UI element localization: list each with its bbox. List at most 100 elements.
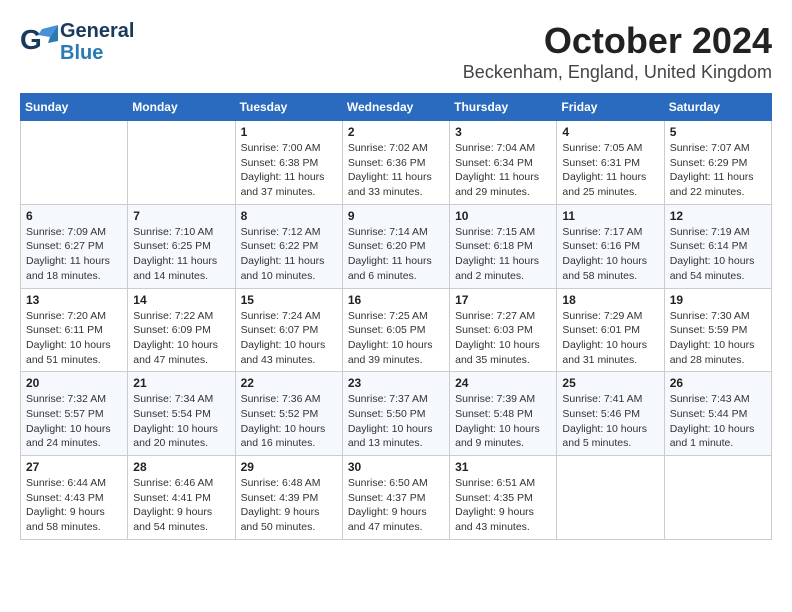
day-info: Sunrise: 6:50 AM Sunset: 4:37 PM Dayligh… (348, 476, 444, 535)
weekday-header-thursday: Thursday (450, 94, 557, 121)
day-info: Sunrise: 7:27 AM Sunset: 6:03 PM Dayligh… (455, 309, 551, 368)
day-info: Sunrise: 7:20 AM Sunset: 6:11 PM Dayligh… (26, 309, 122, 368)
calendar-cell: 9 Sunrise: 7:14 AM Sunset: 6:20 PM Daylig… (342, 204, 449, 288)
calendar-cell: 14Sunrise: 7:22 AM Sunset: 6:09 PM Dayli… (128, 288, 235, 372)
calendar-cell: 27 Sunrise: 6:44 AM Sunset: 4:43 PM Dayli… (21, 456, 128, 540)
day-number: 2 (348, 125, 444, 139)
day-info: Sunrise: 7:29 AM Sunset: 6:01 PM Dayligh… (562, 309, 658, 368)
day-number: 16 (348, 293, 444, 307)
calendar-cell: 21 Sunrise: 7:34 AM Sunset: 5:54 PM Dayli… (128, 372, 235, 456)
calendar-cell: 25 Sunrise: 7:41 AM Sunset: 5:46 PM Dayli… (557, 372, 664, 456)
day-info: Sunrise: 7:22 AM Sunset: 6:09 PM Dayligh… (133, 309, 229, 368)
calendar-cell: 22 Sunrise: 7:36 AM Sunset: 5:52 PM Dayli… (235, 372, 342, 456)
calendar-cell: 26Sunrise: 7:43 AM Sunset: 5:44 PM Dayli… (664, 372, 771, 456)
day-number: 7 (133, 209, 229, 223)
calendar-table: SundayMondayTuesdayWednesdayThursdayFrid… (20, 93, 772, 540)
calendar-cell: 30 Sunrise: 6:50 AM Sunset: 4:37 PM Dayli… (342, 456, 449, 540)
svg-text:G: G (20, 24, 42, 55)
weekday-header-monday: Monday (128, 94, 235, 121)
day-info: Sunrise: 7:02 AM Sunset: 6:36 PM Dayligh… (348, 141, 444, 200)
day-number: 6 (26, 209, 122, 223)
calendar-cell (128, 121, 235, 205)
week-row-3: 13 Sunrise: 7:20 AM Sunset: 6:11 PM Dayli… (21, 288, 772, 372)
day-number: 21 (133, 376, 229, 390)
day-info: Sunrise: 7:43 AM Sunset: 5:44 PM Dayligh… (670, 392, 766, 451)
day-number: 18 (562, 293, 658, 307)
day-info: Sunrise: 7:04 AM Sunset: 6:34 PM Dayligh… (455, 141, 551, 200)
day-info: Sunrise: 7:19 AM Sunset: 6:14 PM Dayligh… (670, 225, 766, 284)
week-row-1: 1Sunrise: 7:00 AM Sunset: 6:38 PM Daylig… (21, 121, 772, 205)
day-number: 20 (26, 376, 122, 390)
day-info: Sunrise: 7:14 AM Sunset: 6:20 PM Dayligh… (348, 225, 444, 284)
logo-icon: G (20, 23, 58, 61)
day-info: Sunrise: 6:51 AM Sunset: 4:35 PM Dayligh… (455, 476, 551, 535)
calendar-cell: 6Sunrise: 7:09 AM Sunset: 6:27 PM Daylig… (21, 204, 128, 288)
calendar-cell: 3 Sunrise: 7:04 AM Sunset: 6:34 PM Daylig… (450, 121, 557, 205)
day-info: Sunrise: 7:39 AM Sunset: 5:48 PM Dayligh… (455, 392, 551, 451)
day-info: Sunrise: 6:44 AM Sunset: 4:43 PM Dayligh… (26, 476, 122, 535)
calendar-cell: 18 Sunrise: 7:29 AM Sunset: 6:01 PM Dayli… (557, 288, 664, 372)
calendar-cell: 4 Sunrise: 7:05 AM Sunset: 6:31 PM Daylig… (557, 121, 664, 205)
calendar-cell: 16 Sunrise: 7:25 AM Sunset: 6:05 PM Dayli… (342, 288, 449, 372)
calendar-cell: 7 Sunrise: 7:10 AM Sunset: 6:25 PM Daylig… (128, 204, 235, 288)
day-number: 11 (562, 209, 658, 223)
day-info: Sunrise: 7:37 AM Sunset: 5:50 PM Dayligh… (348, 392, 444, 451)
day-number: 10 (455, 209, 551, 223)
weekday-header-row: SundayMondayTuesdayWednesdayThursdayFrid… (21, 94, 772, 121)
logo-blue: Blue (60, 42, 134, 64)
week-row-4: 20Sunrise: 7:32 AM Sunset: 5:57 PM Dayli… (21, 372, 772, 456)
day-info: Sunrise: 7:00 AM Sunset: 6:38 PM Dayligh… (241, 141, 337, 200)
day-number: 13 (26, 293, 122, 307)
page-header: G General Blue October 2024 Beckenham, E… (20, 20, 772, 83)
day-number: 3 (455, 125, 551, 139)
month-title: October 2024 (463, 20, 772, 62)
weekday-header-tuesday: Tuesday (235, 94, 342, 121)
calendar-cell (557, 456, 664, 540)
calendar-cell: 19 Sunrise: 7:30 AM Sunset: 5:59 PM Dayli… (664, 288, 771, 372)
week-row-2: 6Sunrise: 7:09 AM Sunset: 6:27 PM Daylig… (21, 204, 772, 288)
day-info: Sunrise: 7:41 AM Sunset: 5:46 PM Dayligh… (562, 392, 658, 451)
calendar-cell: 31 Sunrise: 6:51 AM Sunset: 4:35 PM Dayli… (450, 456, 557, 540)
calendar-cell: 12Sunrise: 7:19 AM Sunset: 6:14 PM Dayli… (664, 204, 771, 288)
day-number: 23 (348, 376, 444, 390)
day-info: Sunrise: 7:30 AM Sunset: 5:59 PM Dayligh… (670, 309, 766, 368)
calendar-cell (21, 121, 128, 205)
day-number: 27 (26, 460, 122, 474)
day-info: Sunrise: 7:36 AM Sunset: 5:52 PM Dayligh… (241, 392, 337, 451)
calendar-cell: 28Sunrise: 6:46 AM Sunset: 4:41 PM Dayli… (128, 456, 235, 540)
day-info: Sunrise: 7:25 AM Sunset: 6:05 PM Dayligh… (348, 309, 444, 368)
day-number: 25 (562, 376, 658, 390)
day-number: 24 (455, 376, 551, 390)
day-number: 5 (670, 125, 766, 139)
calendar-cell: 23 Sunrise: 7:37 AM Sunset: 5:50 PM Dayli… (342, 372, 449, 456)
day-info: Sunrise: 7:17 AM Sunset: 6:16 PM Dayligh… (562, 225, 658, 284)
calendar-cell: 5 Sunrise: 7:07 AM Sunset: 6:29 PM Daylig… (664, 121, 771, 205)
calendar-cell: 29Sunrise: 6:48 AM Sunset: 4:39 PM Dayli… (235, 456, 342, 540)
day-number: 28 (133, 460, 229, 474)
weekday-header-friday: Friday (557, 94, 664, 121)
day-number: 19 (670, 293, 766, 307)
day-info: Sunrise: 7:10 AM Sunset: 6:25 PM Dayligh… (133, 225, 229, 284)
day-number: 9 (348, 209, 444, 223)
day-info: Sunrise: 7:07 AM Sunset: 6:29 PM Dayligh… (670, 141, 766, 200)
title-block: October 2024 Beckenham, England, United … (463, 20, 772, 83)
day-info: Sunrise: 6:48 AM Sunset: 4:39 PM Dayligh… (241, 476, 337, 535)
day-info: Sunrise: 7:15 AM Sunset: 6:18 PM Dayligh… (455, 225, 551, 284)
calendar-cell: 1Sunrise: 7:00 AM Sunset: 6:38 PM Daylig… (235, 121, 342, 205)
calendar-cell: 15Sunrise: 7:24 AM Sunset: 6:07 PM Dayli… (235, 288, 342, 372)
day-info: Sunrise: 7:34 AM Sunset: 5:54 PM Dayligh… (133, 392, 229, 451)
calendar-cell (664, 456, 771, 540)
day-number: 4 (562, 125, 658, 139)
weekday-header-wednesday: Wednesday (342, 94, 449, 121)
day-number: 30 (348, 460, 444, 474)
day-number: 15 (241, 293, 337, 307)
day-info: Sunrise: 7:12 AM Sunset: 6:22 PM Dayligh… (241, 225, 337, 284)
day-number: 31 (455, 460, 551, 474)
logo-general: General (60, 20, 134, 42)
day-number: 22 (241, 376, 337, 390)
day-info: Sunrise: 7:05 AM Sunset: 6:31 PM Dayligh… (562, 141, 658, 200)
day-number: 17 (455, 293, 551, 307)
calendar-cell: 17 Sunrise: 7:27 AM Sunset: 6:03 PM Dayli… (450, 288, 557, 372)
calendar-cell: 2 Sunrise: 7:02 AM Sunset: 6:36 PM Daylig… (342, 121, 449, 205)
weekday-header-sunday: Sunday (21, 94, 128, 121)
